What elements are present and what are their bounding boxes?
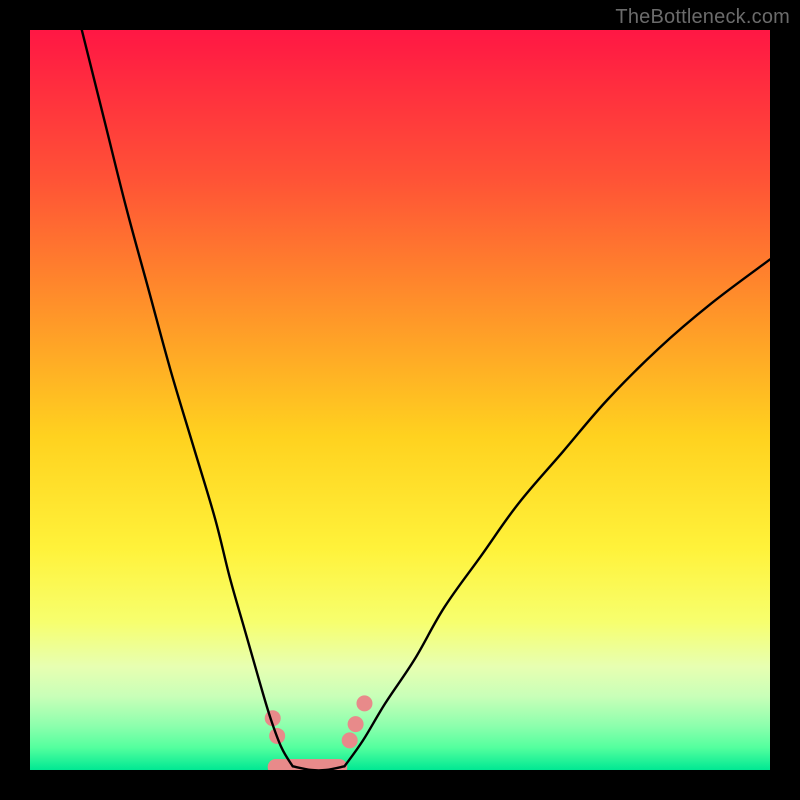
curves-layer — [30, 30, 770, 770]
left-branch-curve — [82, 30, 293, 766]
highlight-dot — [348, 716, 364, 732]
highlight-dot — [356, 695, 372, 711]
highlight-dot — [342, 732, 358, 748]
highlight-minimum — [265, 695, 373, 767]
chart-frame: TheBottleneck.com — [0, 0, 800, 800]
right-branch-curve — [345, 259, 771, 766]
watermark-text: TheBottleneck.com — [615, 6, 790, 29]
plot-area — [30, 30, 770, 770]
